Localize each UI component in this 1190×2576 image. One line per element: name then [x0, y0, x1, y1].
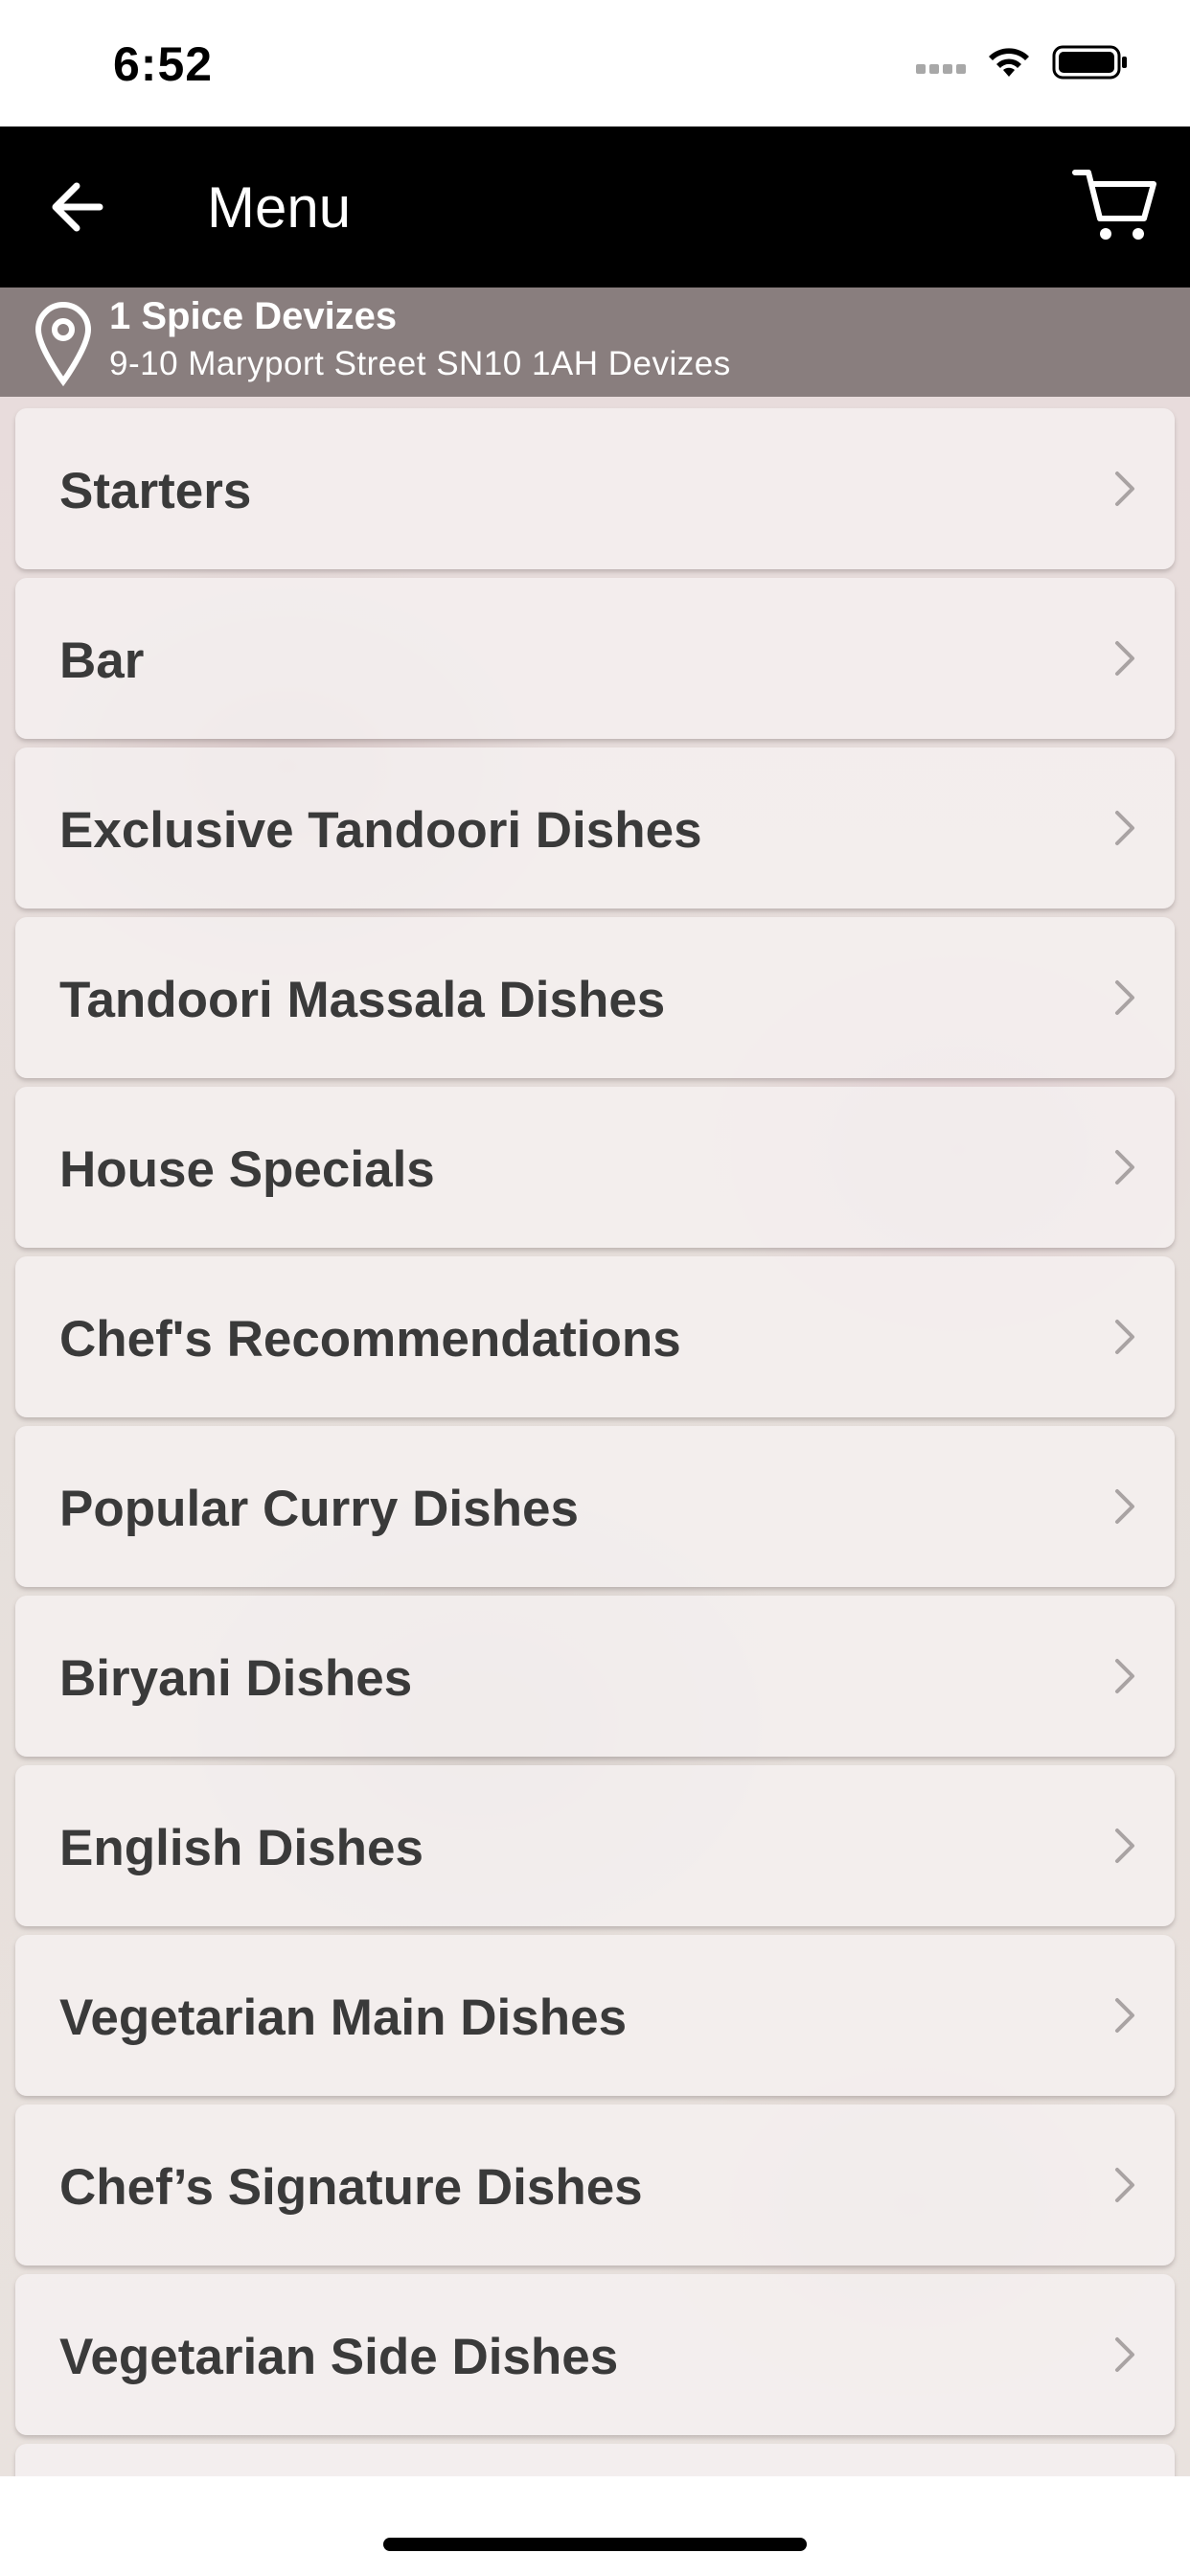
- status-time: 6:52: [113, 37, 214, 91]
- map-pin-icon: [34, 302, 92, 387]
- cart-icon[interactable]: [1071, 165, 1157, 245]
- chevron-right-icon: [1115, 472, 1134, 506]
- chevron-right-icon: [1115, 1998, 1134, 2033]
- menu-category-item[interactable]: Tandoori Massala Dishes: [15, 917, 1175, 1078]
- menu-category-label: Vegetarian Main Dishes: [59, 1990, 628, 2046]
- signal-dots-icon: [916, 61, 970, 79]
- menu-category-label: English Dishes: [59, 1820, 423, 1876]
- menu-category-label: Bar: [59, 632, 145, 689]
- menu-content[interactable]: 1 Spice Devizes 9-10 Maryport Street SN1…: [0, 288, 1190, 2476]
- chevron-right-icon: [1115, 1659, 1134, 1693]
- menu-category-label: Tandoori Massala Dishes: [59, 972, 666, 1028]
- chevron-right-icon: [1115, 1320, 1134, 1354]
- chevron-right-icon: [1115, 811, 1134, 845]
- menu-category-item[interactable]: Chef’s Signature Dishes: [15, 2104, 1175, 2266]
- menu-category-item[interactable]: Vegetarian Main Dishes: [15, 1935, 1175, 2096]
- menu-category-item[interactable]: Vegetarian Side Dishes: [15, 2274, 1175, 2435]
- restaurant-address: 9-10 Maryport Street SN10 1AH Devizes: [109, 345, 731, 382]
- page-title: Menu: [207, 175, 352, 240]
- location-bar: 1 Spice Devizes 9-10 Maryport Street SN1…: [0, 288, 1190, 397]
- menu-category-item[interactable]: Starters: [15, 408, 1175, 569]
- menu-category-label: House Specials: [59, 1141, 435, 1198]
- menu-category-item[interactable]: House Specials: [15, 1087, 1175, 1248]
- menu-category-label: Popular Curry Dishes: [59, 1481, 579, 1537]
- menu-category-label: Chef's Recommendations: [59, 1311, 681, 1368]
- menu-category-list: Starters Bar Exclusive Tandoori Dishes T…: [15, 408, 1175, 2476]
- app-header: Menu: [0, 126, 1190, 288]
- menu-category-item[interactable]: English Dishes: [15, 1765, 1175, 1926]
- home-indicator-area: [0, 2476, 1190, 2576]
- menu-category-label: Biryani Dishes: [59, 1650, 413, 1707]
- menu-category-item[interactable]: Chef's Recommendations: [15, 1256, 1175, 1417]
- chevron-right-icon: [1115, 1489, 1134, 1524]
- status-bar: 6:52: [0, 0, 1190, 126]
- wifi-icon: [989, 48, 1029, 77]
- menu-category-item[interactable]: [15, 2444, 1175, 2476]
- menu-category-label: Chef’s Signature Dishes: [59, 2159, 643, 2216]
- menu-category-item[interactable]: Exclusive Tandoori Dishes: [15, 748, 1175, 908]
- chevron-right-icon: [1115, 2168, 1134, 2202]
- menu-category-label: Vegetarian Side Dishes: [59, 2329, 619, 2385]
- menu-category-label: Exclusive Tandoori Dishes: [59, 802, 702, 859]
- menu-category-item[interactable]: Popular Curry Dishes: [15, 1426, 1175, 1587]
- home-indicator[interactable]: [383, 2538, 807, 2551]
- chevron-right-icon: [1115, 980, 1134, 1015]
- menu-category-label: Starters: [59, 463, 252, 519]
- chevron-right-icon: [1115, 2337, 1134, 2372]
- back-arrow-icon[interactable]: [48, 169, 111, 245]
- chevron-right-icon: [1115, 641, 1134, 676]
- menu-category-item[interactable]: Biryani Dishes: [15, 1596, 1175, 1757]
- chevron-right-icon: [1115, 1828, 1134, 1863]
- menu-category-item[interactable]: Bar: [15, 578, 1175, 739]
- battery-icon: [1052, 45, 1127, 80]
- chevron-right-icon: [1115, 1150, 1134, 1184]
- restaurant-name: 1 Spice Devizes: [109, 295, 398, 337]
